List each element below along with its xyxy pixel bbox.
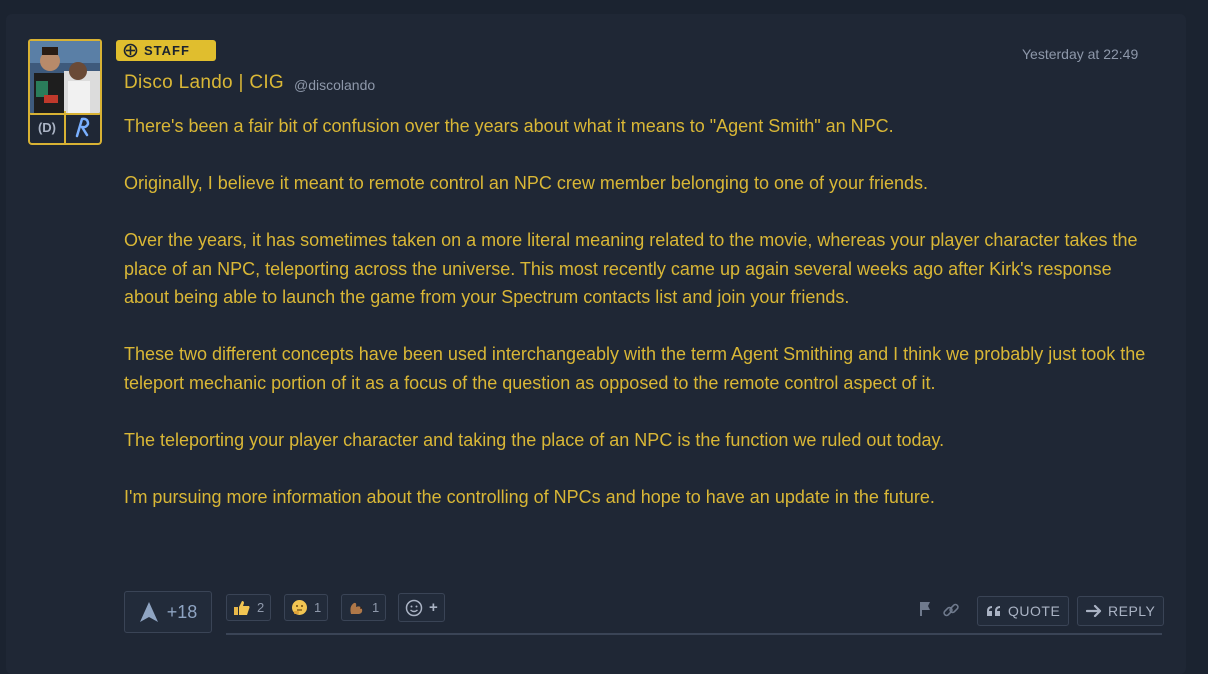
staff-badge: STAFF — [116, 40, 216, 61]
reaction-thinking[interactable]: 1 — [284, 594, 329, 621]
upvote-arrow-icon — [139, 602, 158, 622]
avatar[interactable] — [28, 39, 102, 115]
upvote-button[interactable]: +18 — [124, 591, 212, 633]
upvote-count: +18 — [166, 601, 198, 622]
reaction-squirrel[interactable]: 1 — [341, 594, 387, 621]
post-paragraph: Over the years, it has sometimes taken o… — [124, 230, 1138, 307]
runner-icon[interactable] — [64, 111, 100, 143]
reaction-thumbs-up[interactable]: 2 — [226, 594, 272, 621]
post-paragraph: The teleporting your player character an… — [124, 429, 945, 450]
reaction-count: 1 — [314, 600, 322, 615]
footer-divider — [226, 633, 1162, 635]
reply-label: REPLY — [1108, 603, 1156, 619]
post-paragraph: Originally, I believe it meant to remote… — [124, 173, 929, 193]
reaction-count: 1 — [372, 600, 380, 615]
post-timestamp[interactable]: Yesterday at 22:49 — [1022, 46, 1138, 62]
post-paragraph: I'm pursuing more information about the … — [124, 486, 935, 507]
post-paragraph: These two different concepts have been u… — [124, 344, 1146, 393]
smiley-icon — [405, 599, 423, 616]
copy-link-button[interactable] — [942, 601, 960, 624]
avatar-badges: (D) — [28, 111, 102, 145]
add-reaction-button[interactable]: + — [398, 593, 445, 622]
post-body: There's been a fair bit of confusion ove… — [124, 112, 1154, 540]
staff-crosshair-icon — [123, 43, 138, 58]
staff-badge-label: STAFF — [144, 43, 190, 58]
quote-icon — [987, 606, 1000, 616]
squirrel-icon — [350, 602, 363, 614]
report-flag-button[interactable] — [918, 601, 932, 622]
flag-icon — [920, 602, 930, 616]
quote-label: QUOTE — [1008, 603, 1061, 619]
thinking-face-icon — [292, 600, 307, 615]
org-badge[interactable]: (D) — [30, 111, 64, 143]
link-icon — [943, 603, 959, 617]
reply-arrow-icon — [1086, 604, 1102, 618]
thumbs-up-icon — [234, 600, 250, 615]
reaction-count: 2 — [257, 600, 265, 615]
username[interactable]: Disco Lando | CIG — [124, 72, 284, 94]
quote-button[interactable]: QUOTE — [977, 596, 1070, 626]
reply-button[interactable]: REPLY — [1077, 596, 1165, 626]
post-paragraph: There's been a fair bit of confusion ove… — [124, 116, 894, 136]
add-reaction-plus: + — [429, 599, 438, 616]
user-handle[interactable]: @discolando — [294, 77, 375, 93]
